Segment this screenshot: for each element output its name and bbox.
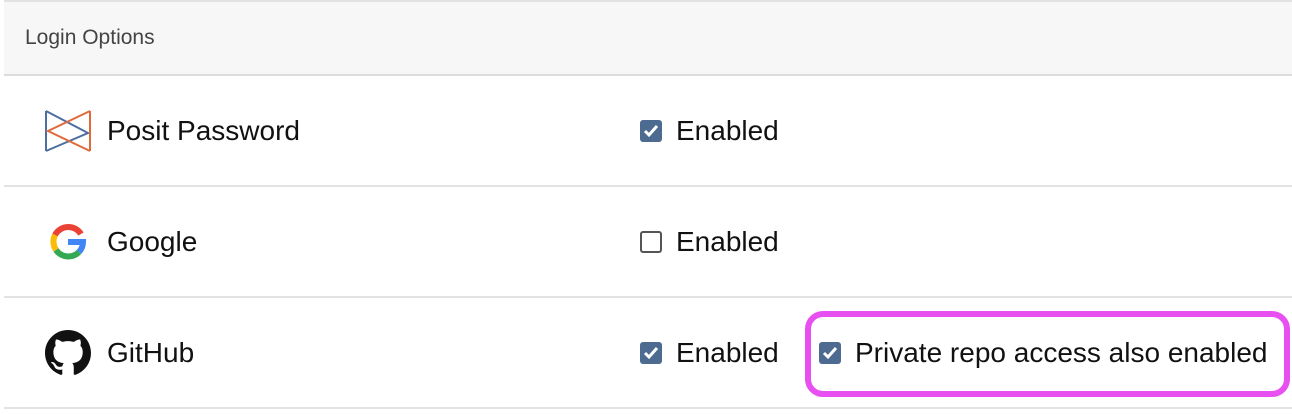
login-options-panel: Login Options Posit Password Enabled Goo… <box>4 0 1292 412</box>
login-option-row-github: GitHub Enabled Private repo access also … <box>4 298 1292 409</box>
checkbox-unchecked-icon[interactable] <box>640 230 662 253</box>
github-logo-icon <box>44 329 92 377</box>
posit-enabled-checkbox[interactable]: Enabled <box>640 115 779 147</box>
provider-name: Posit Password <box>107 114 300 146</box>
provider-name: GitHub <box>107 336 195 368</box>
login-option-row-google: Google Enabled <box>4 187 1292 298</box>
checkbox-checked-icon[interactable] <box>640 119 662 142</box>
login-option-row-posit: Posit Password Enabled <box>4 76 1292 187</box>
checkbox-label: Enabled <box>676 114 779 146</box>
google-enabled-checkbox[interactable]: Enabled <box>640 226 779 258</box>
provider-name: Google <box>107 225 198 257</box>
checkbox-label: Enabled <box>676 225 779 257</box>
checkbox-checked-icon[interactable] <box>819 341 841 364</box>
panel-title: Login Options <box>25 26 155 49</box>
google-logo-icon <box>44 218 92 266</box>
checkbox-label: Enabled <box>676 336 779 368</box>
checkbox-checked-icon[interactable] <box>640 341 662 364</box>
checkbox-label: Private repo access also enabled <box>855 336 1268 368</box>
github-enabled-checkbox[interactable]: Enabled <box>640 337 779 369</box>
posit-logo-icon <box>44 107 92 155</box>
panel-header: Login Options <box>4 2 1292 76</box>
github-private-repo-checkbox[interactable]: Private repo access also enabled <box>819 337 1267 369</box>
